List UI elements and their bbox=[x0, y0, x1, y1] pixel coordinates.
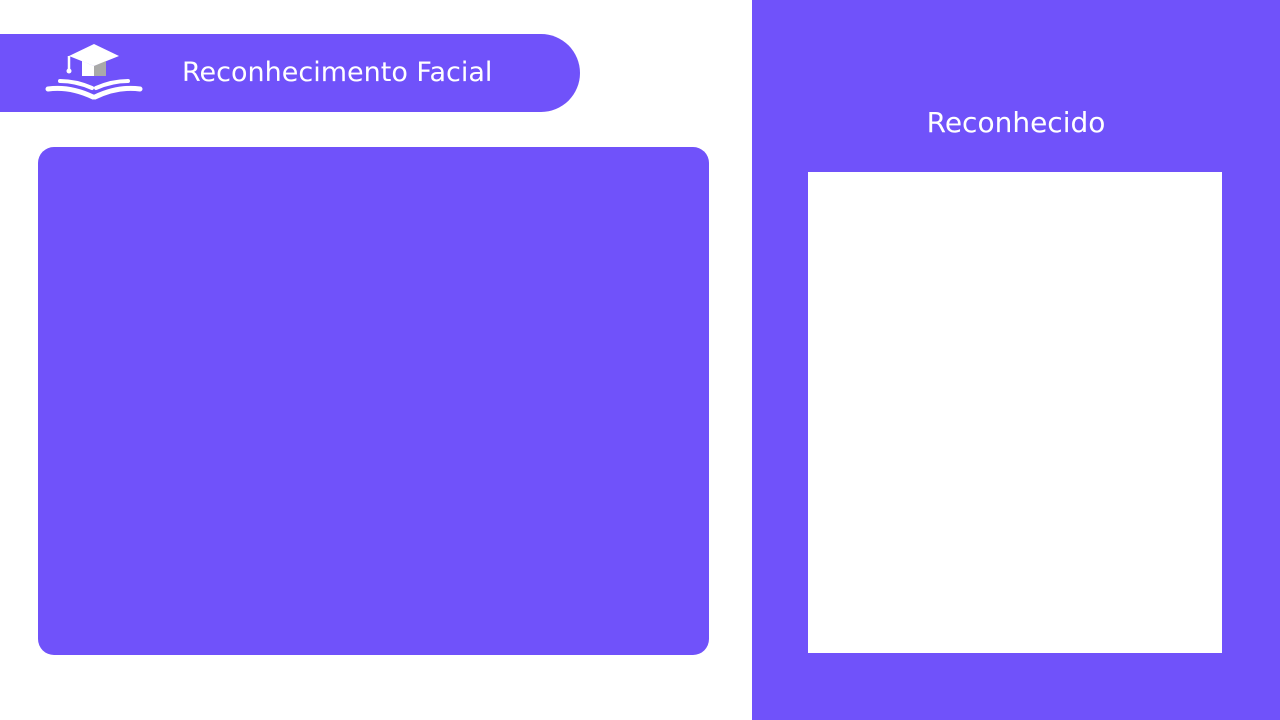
recognition-panel-title: Reconhecido bbox=[926, 106, 1106, 139]
recognized-face-image bbox=[808, 172, 1222, 653]
app-title: Reconhecimento Facial bbox=[182, 57, 493, 88]
header-bar: Reconhecimento Facial bbox=[0, 34, 580, 112]
graduation-cap-book-icon bbox=[42, 42, 146, 104]
app-root: Reconhecimento Facial Reconhecido bbox=[0, 0, 1280, 720]
recognition-panel: Reconhecido bbox=[752, 0, 1280, 720]
camera-feed-area bbox=[38, 147, 709, 655]
